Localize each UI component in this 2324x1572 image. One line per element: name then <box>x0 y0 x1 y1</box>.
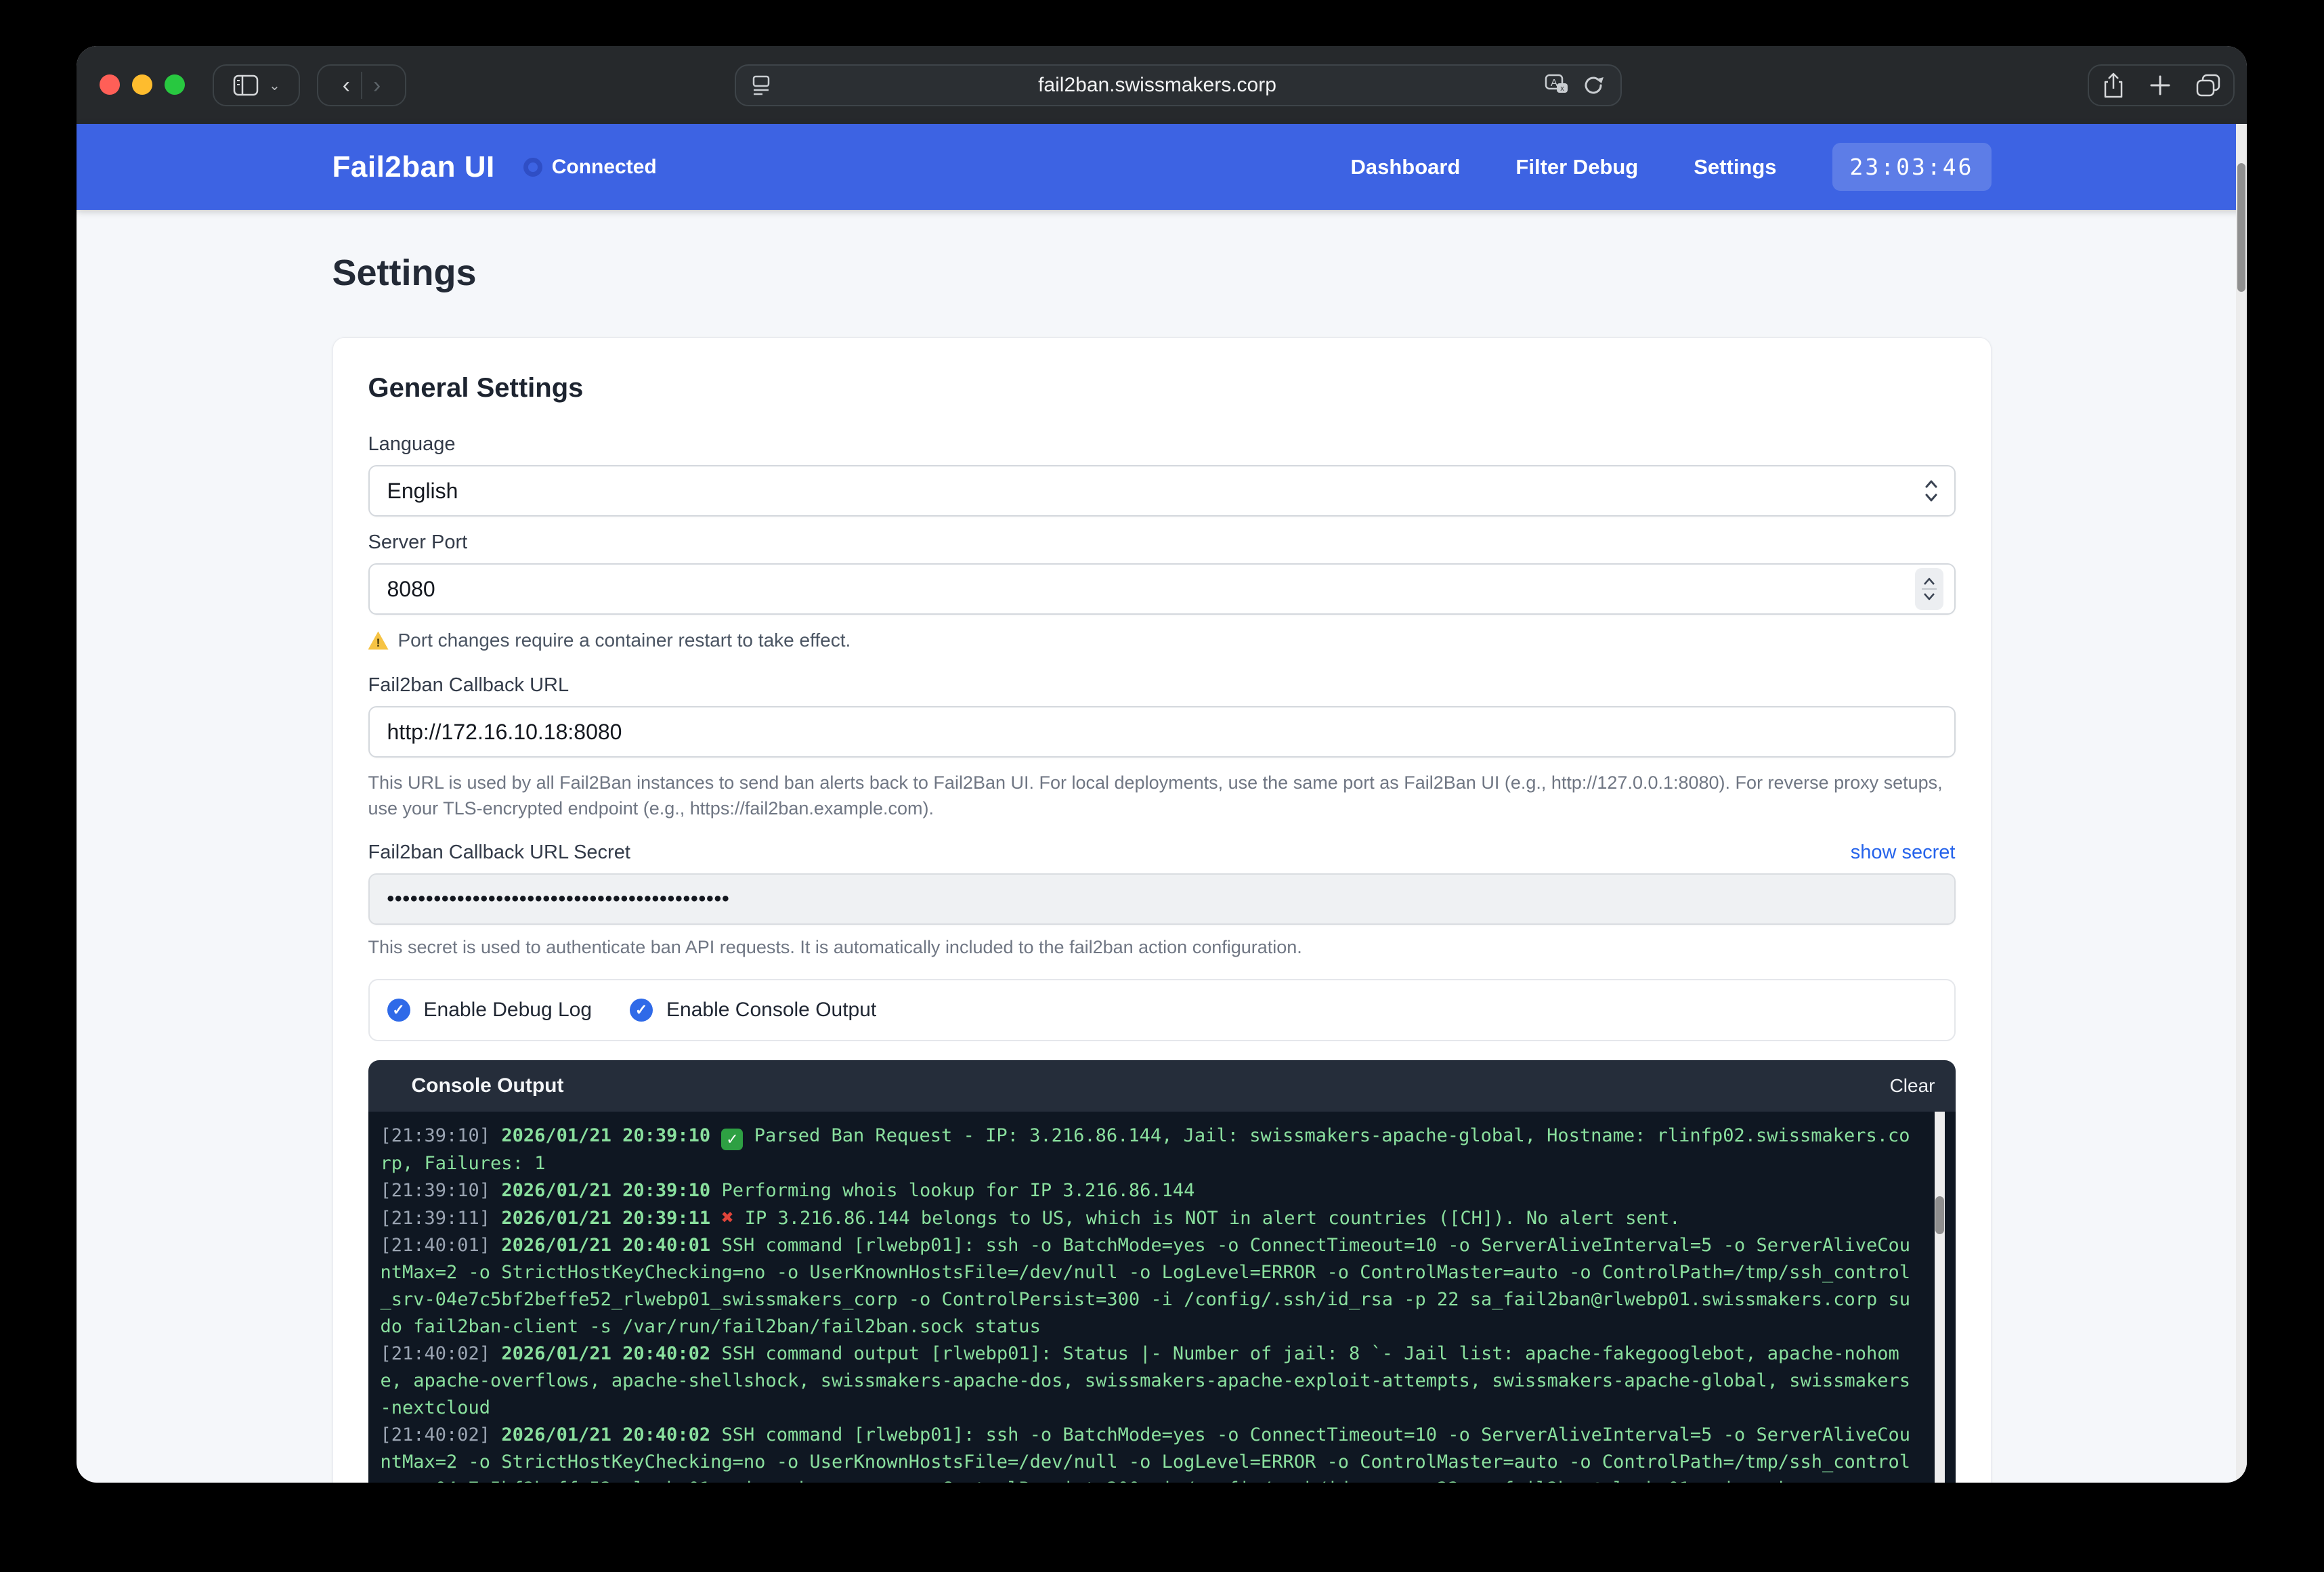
console-line: [21:40:02] 2026/01/21 20:40:02 SSH comma… <box>381 1340 1915 1422</box>
console-line: [21:40:02] 2026/01/21 20:40:02 SSH comma… <box>381 1422 1915 1483</box>
general-settings-card: General Settings Language English Server… <box>332 337 1992 1483</box>
settings-page: Settings General Settings Language Engli… <box>332 210 1992 1483</box>
number-stepper[interactable] <box>1915 568 1943 610</box>
console-header: Console Output Clear <box>368 1060 1956 1112</box>
reader-icon <box>751 74 771 97</box>
console-panel: Console Output Clear [21:39:10] 2026/01/… <box>368 1060 1956 1483</box>
nav-settings[interactable]: Settings <box>1694 155 1776 179</box>
new-tab-icon[interactable] <box>2149 74 2172 97</box>
share-icon[interactable] <box>2101 71 2126 100</box>
console-clear-button[interactable]: Clear <box>1890 1075 1935 1097</box>
console-line: [21:39:10] 2026/01/21 20:39:10 ✓ Parsed … <box>381 1122 1915 1177</box>
show-secret-link[interactable]: show secret <box>1851 842 1956 864</box>
callback-url-help: This URL is used by all Fail2Ban instanc… <box>368 770 1956 821</box>
page-title: Settings <box>332 252 1992 294</box>
main-nav: Dashboard Filter Debug Settings 23:03:46 <box>1350 143 1991 191</box>
sidebar-toggle-button[interactable]: ⌄ <box>213 64 300 106</box>
zoom-window-button[interactable] <box>165 74 185 95</box>
callback-secret-input[interactable] <box>368 873 1956 925</box>
browser-toolbar: ⌄ ‹ › fail2ban.swissmakers.corp A x <box>77 46 2247 124</box>
server-port-label: Server Port <box>368 531 1956 554</box>
stepper-down-icon <box>1922 592 1936 601</box>
port-warning: ! Port changes require a container resta… <box>368 630 1956 651</box>
console-line: [21:40:01] 2026/01/21 20:40:01 SSH comma… <box>381 1232 1915 1340</box>
url-text: fail2ban.swissmakers.corp <box>771 74 1543 97</box>
tab-overview-icon[interactable] <box>2195 72 2222 98</box>
console-body: [21:39:10] 2026/01/21 20:39:10 ✓ Parsed … <box>368 1112 1956 1483</box>
scrollbar-thumb[interactable] <box>2237 163 2245 292</box>
history-nav: ‹ › <box>317 64 406 106</box>
warning-icon: ! <box>368 632 389 650</box>
traffic-lights <box>100 74 185 95</box>
callback-secret-help: This secret is used to authenticate ban … <box>368 934 1956 960</box>
error-icon: ✖ <box>721 1206 733 1229</box>
app-header: Fail2ban UI Connected Dashboard Filter D… <box>77 124 2247 210</box>
close-window-button[interactable] <box>100 74 120 95</box>
sidebar-icon <box>232 74 259 97</box>
svg-text:x: x <box>1560 85 1564 93</box>
stepper-up-icon <box>1922 577 1936 586</box>
callback-secret-label: Fail2ban Callback URL Secret <box>368 842 630 864</box>
window-actions <box>2088 64 2235 106</box>
server-port-input[interactable] <box>368 563 1956 615</box>
enable-console-output-option[interactable]: ✓ Enable Console Output <box>630 999 876 1022</box>
back-button[interactable]: ‹ <box>343 74 350 97</box>
connection-status: Connected <box>523 156 657 179</box>
callback-url-label: Fail2ban Callback URL <box>368 674 1956 697</box>
console-vertical-scrollbar[interactable] <box>1935 1112 1945 1483</box>
divider <box>361 72 362 99</box>
debug-options: ✓ Enable Debug Log ✓ Enable Console Outp… <box>368 979 1956 1041</box>
language-label: Language <box>368 433 1956 456</box>
card-title: General Settings <box>368 373 1956 403</box>
callback-url-input[interactable] <box>368 706 1956 758</box>
page-scrollbar[interactable] <box>2236 124 2247 1483</box>
reload-icon[interactable] <box>1581 73 1606 97</box>
language-value: English <box>387 479 458 504</box>
app-title: Fail2ban UI <box>332 150 495 184</box>
language-select[interactable]: English <box>368 465 1956 517</box>
translate-icon[interactable]: A x <box>1543 73 1570 97</box>
select-arrows-icon <box>1923 478 1939 504</box>
success-icon: ✓ <box>721 1129 743 1150</box>
minimize-window-button[interactable] <box>132 74 152 95</box>
status-indicator-icon <box>523 158 542 177</box>
nav-filter-debug[interactable]: Filter Debug <box>1515 155 1638 179</box>
scrollbar-thumb[interactable] <box>1935 1196 1944 1234</box>
enable-debug-log-option[interactable]: ✓ Enable Debug Log <box>387 999 593 1022</box>
console-line: [21:39:10] 2026/01/21 20:39:10 Performin… <box>381 1177 1915 1204</box>
clock-badge: 23:03:46 <box>1832 143 1992 191</box>
nav-dashboard[interactable]: Dashboard <box>1350 155 1460 179</box>
browser-window: ⌄ ‹ › fail2ban.swissmakers.corp A x <box>77 46 2247 1483</box>
forward-button[interactable]: › <box>373 74 381 97</box>
svg-text:A: A <box>1551 77 1557 89</box>
console-line: [21:39:11] 2026/01/21 20:39:11 ✖ IP 3.21… <box>381 1204 1915 1232</box>
address-bar[interactable]: fail2ban.swissmakers.corp A x <box>735 64 1622 106</box>
checkbox-checked-icon[interactable]: ✓ <box>387 999 410 1022</box>
chevron-down-icon: ⌄ <box>269 77 280 94</box>
checkbox-checked-icon[interactable]: ✓ <box>630 999 653 1022</box>
divider <box>1922 588 1937 590</box>
console-title: Console Output <box>412 1074 564 1097</box>
console-log: [21:39:10] 2026/01/21 20:39:10 ✓ Parsed … <box>381 1122 1915 1483</box>
